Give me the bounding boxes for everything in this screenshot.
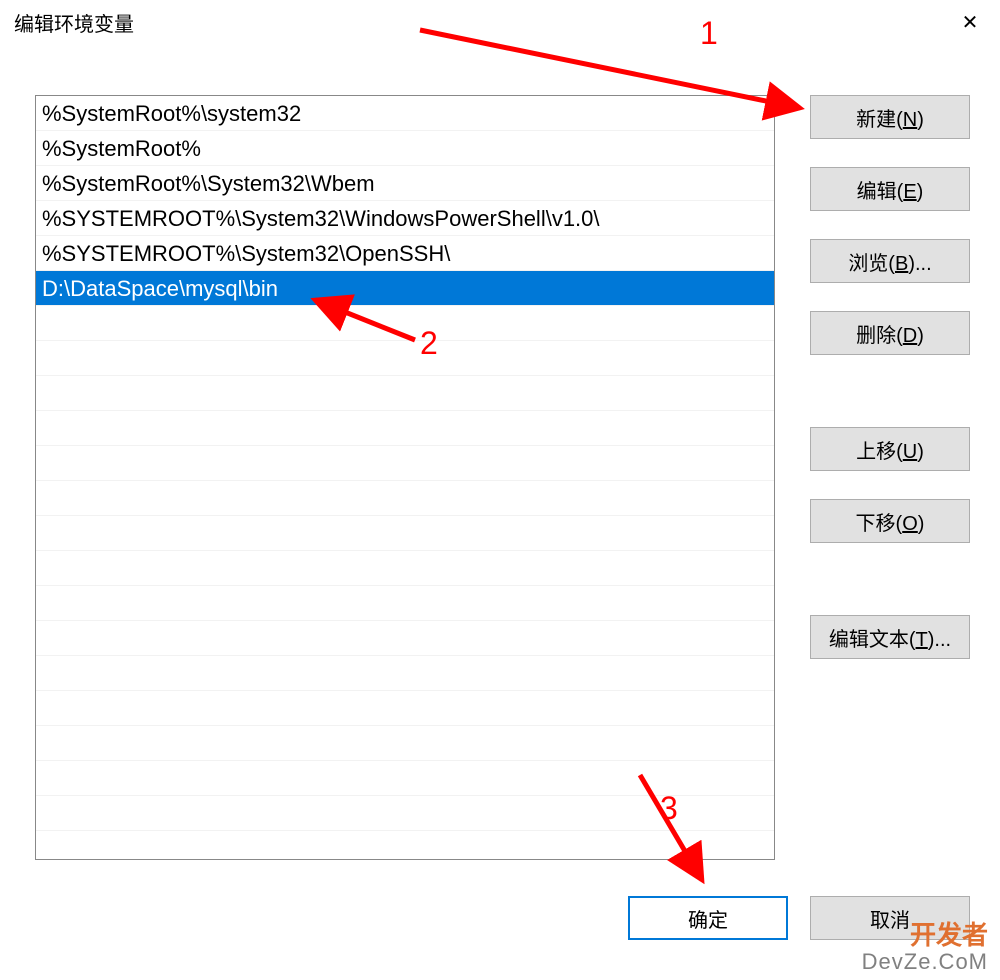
edit-button-label: 编辑(E)	[857, 175, 924, 204]
edit-text-button[interactable]: 编辑文本(T)...	[810, 615, 970, 659]
list-empty-row	[36, 621, 774, 656]
list-item[interactable]: %SystemRoot%\system32	[36, 96, 774, 131]
list-empty-row	[36, 341, 774, 376]
list-empty-row	[36, 691, 774, 726]
edit-text-button-label: 编辑文本(T)...	[829, 623, 951, 652]
list-item[interactable]: %SystemRoot%	[36, 131, 774, 166]
edit-button[interactable]: 编辑(E)	[810, 167, 970, 211]
list-empty-row	[36, 726, 774, 761]
list-empty-row	[36, 376, 774, 411]
titlebar: 编辑环境变量 ✕	[0, 0, 1000, 44]
close-icon: ✕	[962, 10, 979, 35]
watermark-line2: DevZe.CoM	[862, 950, 988, 974]
list-item[interactable]: %SystemRoot%\System32\Wbem	[36, 166, 774, 201]
path-listbox[interactable]: %SystemRoot%\system32%SystemRoot%%System…	[35, 95, 775, 860]
list-empty-row	[36, 516, 774, 551]
move-up-button-label: 上移(U)	[856, 435, 924, 464]
new-button[interactable]: 新建(N)	[810, 95, 970, 139]
delete-button[interactable]: 删除(D)	[810, 311, 970, 355]
list-item[interactable]: %SYSTEMROOT%\System32\WindowsPowerShell\…	[36, 201, 774, 236]
list-empty-row	[36, 586, 774, 621]
watermark-line1: 开发者	[862, 921, 988, 950]
move-up-button[interactable]: 上移(U)	[810, 427, 970, 471]
list-item[interactable]: %SYSTEMROOT%\System32\OpenSSH\	[36, 236, 774, 271]
list-item[interactable]: D:\DataSpace\mysql\bin	[36, 271, 774, 306]
list-empty-row	[36, 481, 774, 516]
browse-button[interactable]: 浏览(B)...	[810, 239, 970, 283]
list-empty-row	[36, 446, 774, 481]
list-empty-row	[36, 411, 774, 446]
move-down-button-label: 下移(O)	[856, 507, 925, 536]
ok-button-label: 确定	[688, 904, 728, 933]
delete-button-label: 删除(D)	[856, 319, 924, 348]
close-button[interactable]: ✕	[940, 0, 1000, 44]
list-empty-row	[36, 551, 774, 586]
side-buttons: 新建(N) 编辑(E) 浏览(B)... 删除(D) 上移(U) 下移(O) 编…	[810, 95, 970, 659]
list-empty-row	[36, 656, 774, 691]
annotation-label-2: 2	[420, 325, 438, 362]
window-title: 编辑环境变量	[14, 8, 134, 37]
browse-button-label: 浏览(B)...	[848, 247, 931, 276]
ok-button[interactable]: 确定	[628, 896, 788, 940]
move-down-button[interactable]: 下移(O)	[810, 499, 970, 543]
watermark: 开发者 DevZe.CoM	[862, 921, 988, 974]
list-empty-row	[36, 306, 774, 341]
annotation-label-1: 1	[700, 15, 718, 52]
annotation-label-3: 3	[660, 790, 678, 827]
new-button-label: 新建(N)	[856, 103, 924, 132]
